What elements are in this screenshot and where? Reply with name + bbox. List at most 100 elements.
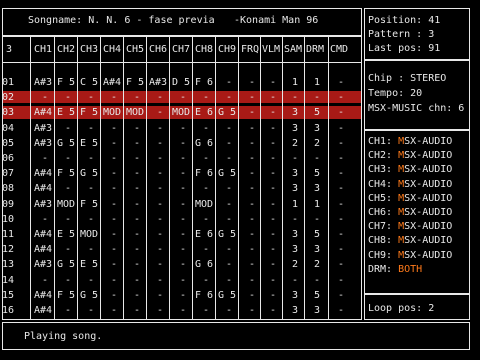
pattern-cell[interactable]: A#4	[34, 108, 52, 118]
pattern-cell[interactable]: -	[226, 275, 232, 286]
pattern-cell[interactable]: -	[226, 260, 232, 270]
channel-source-item[interactable]: CH8: MSX-AUDIO	[368, 236, 452, 246]
channel-source-item[interactable]: CH6: MSX-AUDIO	[368, 208, 452, 218]
pattern-cell[interactable]: -	[270, 260, 276, 270]
pattern-row[interactable]: 06 - - - - - - - - - - - - - -	[0, 154, 360, 164]
pattern-cell[interactable]: -	[111, 154, 117, 164]
pattern-cell[interactable]: G 6	[195, 260, 213, 270]
pattern-cell[interactable]: G 5	[57, 260, 75, 270]
pattern-cell[interactable]: -	[338, 199, 344, 210]
pattern-cell[interactable]: -	[88, 184, 94, 194]
pattern-cell[interactable]: -	[203, 154, 209, 164]
pattern-cell[interactable]: E 5	[57, 230, 75, 240]
pattern-row[interactable]: 13 A#3 G 5E 5----G 6---22-	[0, 260, 360, 270]
pattern-cell[interactable]: 3	[292, 108, 298, 118]
pattern-cell[interactable]: -	[42, 275, 48, 286]
pattern-cell[interactable]: -	[270, 245, 276, 255]
pattern-cell[interactable]: MOD	[195, 199, 213, 210]
pattern-cell[interactable]: -	[270, 214, 276, 225]
pattern-cell[interactable]: -	[111, 306, 117, 316]
pattern-row[interactable]: 08 A#4 - - - - - - - - - - 3 3 -	[0, 184, 360, 194]
pattern-cell[interactable]: 5	[314, 290, 320, 301]
pattern-cell[interactable]: -	[134, 93, 140, 103]
pattern-cell[interactable]: C 5	[80, 78, 98, 88]
pattern-cell[interactable]: -	[65, 214, 71, 225]
pattern-cell[interactable]: A#3	[149, 78, 167, 88]
pattern-cell[interactable]: -	[157, 108, 163, 118]
pattern-cell[interactable]: -	[292, 93, 298, 103]
pattern-cell[interactable]: -	[111, 214, 117, 225]
pattern-cell[interactable]: -	[134, 154, 140, 164]
pattern-cell[interactable]: -	[88, 154, 94, 164]
pattern-cell[interactable]: A#4	[103, 78, 121, 88]
pattern-cell[interactable]: -	[314, 275, 320, 286]
pattern-cell[interactable]: 3	[314, 184, 320, 194]
pattern-cell[interactable]: -	[134, 245, 140, 255]
pattern-cell[interactable]: -	[88, 275, 94, 286]
pattern-cell[interactable]: -	[111, 260, 117, 270]
pattern-cell[interactable]: E 6	[195, 230, 213, 240]
pattern-cell[interactable]: -	[338, 245, 344, 255]
pattern-row[interactable]: 09 A#3 MOD F 5- - - - MOD - - -1 1-	[0, 199, 360, 210]
pattern-cell[interactable]: -	[226, 123, 232, 134]
pattern-cell[interactable]: F 5	[57, 290, 75, 301]
pattern-cell[interactable]: F 5	[80, 108, 98, 118]
pattern-cell[interactable]: -	[270, 108, 276, 118]
pattern-cell[interactable]: -	[180, 184, 186, 194]
pattern-cell[interactable]: D 5	[172, 78, 190, 88]
pattern-cell[interactable]: -	[42, 93, 48, 103]
pattern-cell[interactable]: -	[314, 214, 320, 225]
pattern-cell[interactable]: A#4	[34, 184, 52, 194]
pattern-cell[interactable]: 3	[292, 230, 298, 240]
pattern-cell[interactable]: -	[270, 138, 276, 149]
pattern-cell[interactable]: -	[65, 245, 71, 255]
pattern-cell[interactable]: A#3	[34, 199, 52, 210]
pattern-cell[interactable]: -	[249, 93, 255, 103]
pattern-cell[interactable]: -	[249, 78, 255, 88]
pattern-cell[interactable]: -	[203, 93, 209, 103]
pattern-cell[interactable]: -	[65, 154, 71, 164]
pattern-cell[interactable]: 5	[314, 169, 320, 179]
pattern-cell[interactable]: -	[111, 290, 117, 301]
pattern-cell[interactable]: -	[88, 245, 94, 255]
pattern-cell[interactable]: -	[157, 290, 163, 301]
pattern-cell[interactable]: -	[249, 230, 255, 240]
pattern-cell[interactable]: -	[65, 184, 71, 194]
pattern-row[interactable]: 01 A#3 F 5 C 5 A#4 F 5 A#3 D 5 F 6 - - - 1 1 -	[0, 78, 360, 88]
pattern-cell[interactable]: -	[270, 184, 276, 194]
pattern-row[interactable]: 12 A#4 - - - - - - - - - - 3 3 -	[0, 245, 360, 255]
pattern-cell[interactable]: 3	[292, 306, 298, 316]
pattern-cell[interactable]: -	[65, 306, 71, 316]
pattern-cell[interactable]: F 6	[195, 169, 213, 179]
pattern-cell[interactable]: -	[314, 93, 320, 103]
pattern-cell[interactable]: -	[249, 108, 255, 118]
pattern-cell[interactable]: A#4	[34, 169, 52, 179]
pattern-cell[interactable]: -	[338, 138, 344, 149]
pattern-cell[interactable]: 1	[292, 78, 298, 88]
pattern-cell[interactable]: -	[270, 169, 276, 179]
pattern-cell[interactable]: -	[111, 184, 117, 194]
pattern-cell[interactable]: -	[203, 184, 209, 194]
pattern-cell[interactable]: -	[157, 199, 163, 210]
pattern-cell[interactable]: -	[180, 199, 186, 210]
pattern-cell[interactable]: 3	[314, 306, 320, 316]
pattern-cell[interactable]: A#4	[34, 245, 52, 255]
pattern-cell[interactable]: E 5	[80, 138, 98, 149]
pattern-cell[interactable]: E 5	[57, 108, 75, 118]
pattern-cell[interactable]: -	[226, 306, 232, 316]
pattern-cell[interactable]: -	[157, 138, 163, 149]
pattern-cell[interactable]: -	[180, 93, 186, 103]
pattern-cell[interactable]: -	[338, 154, 344, 164]
pattern-cell[interactable]: -	[134, 138, 140, 149]
pattern-cell[interactable]: MOD	[126, 108, 144, 118]
pattern-cell[interactable]: -	[203, 123, 209, 134]
pattern-cell[interactable]: -	[42, 154, 48, 164]
pattern-cell[interactable]: 2	[314, 138, 320, 149]
pattern-cell[interactable]: -	[270, 230, 276, 240]
pattern-cell[interactable]: -	[180, 245, 186, 255]
pattern-cell[interactable]: -	[338, 78, 344, 88]
pattern-cell[interactable]: -	[157, 93, 163, 103]
pattern-cell[interactable]: -	[180, 306, 186, 316]
pattern-row[interactable]: 14 - - - - - - - - - - - - - -	[0, 275, 360, 286]
pattern-cell[interactable]: 1	[314, 199, 320, 210]
